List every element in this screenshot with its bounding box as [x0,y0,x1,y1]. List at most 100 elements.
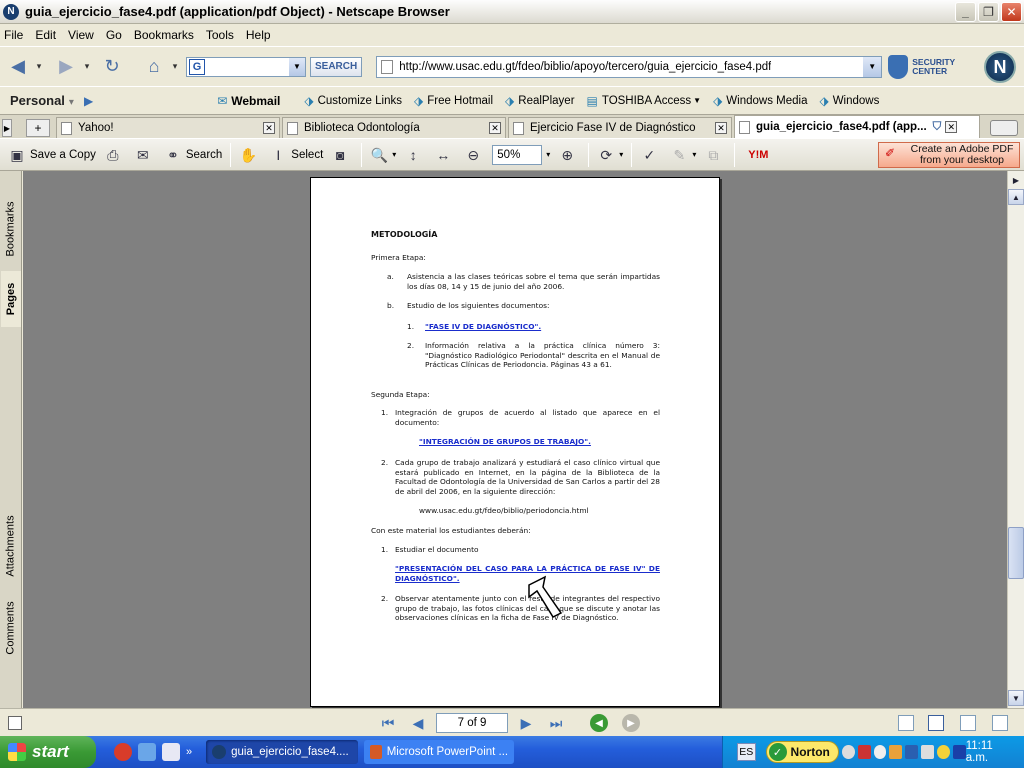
network-icon[interactable] [905,745,919,759]
spellcheck-button[interactable]: ✓ [640,146,662,164]
tab-comments[interactable]: Comments [1,593,21,663]
menu-view[interactable]: View [62,28,100,42]
forward-dropdown-icon[interactable]: ▾ [80,53,94,81]
customize-links-link[interactable]: ⬗ Customize Links [304,94,402,108]
tab-guia-pdf[interactable]: guia_ejercicio_fase4.pdf (app... ⛉ ✕ [734,115,980,138]
fit-width-button[interactable]: ↔ [434,146,456,164]
tab-scroll-left-icon[interactable]: ▶ [2,119,12,137]
tab-bookmarks[interactable]: Bookmarks [1,189,21,269]
tab-ejercicio[interactable]: Ejercicio Fase IV de Diagnóstico ✕ [508,117,732,138]
menu-go[interactable]: Go [100,28,128,42]
print-button[interactable]: ⎙ [104,146,126,164]
toshiba-access-link[interactable]: ▤ TOSHIBA Access ▼ [587,94,702,108]
last-page-icon[interactable]: ⏭ [546,714,566,732]
tab-pages[interactable]: Pages [1,271,21,327]
personal-go-icon[interactable]: ▶ [84,94,93,108]
facing-layout-icon[interactable] [960,715,976,731]
language-indicator[interactable]: ES [737,743,756,761]
norton-status[interactable]: ✓ Norton [765,741,839,763]
reload-icon[interactable]: ↻ [98,53,126,81]
continuous-layout-icon[interactable] [928,715,944,731]
fit-page-button[interactable]: ↕ [404,146,426,164]
menu-edit[interactable]: Edit [29,28,62,42]
netscape-logo[interactable]: N [984,51,1016,83]
url-text[interactable]: http://www.usac.edu.gt/fdeo/biblio/apoyo… [399,61,771,73]
select-tool-button[interactable]: I Select [269,146,323,164]
zoom-level-input[interactable]: 50% [492,144,543,165]
scroll-down-icon[interactable]: ▼ [1008,690,1024,706]
display-icon[interactable] [921,745,935,759]
menu-file[interactable]: File [0,28,29,42]
tab-biblioteca[interactable]: Biblioteca Odontología ✕ [282,117,506,138]
search-dropdown-icon[interactable]: ▼ [289,57,305,76]
copy-button[interactable]: ⧉ [704,146,726,164]
close-tab-icon[interactable]: ✕ [489,122,501,134]
realplayer-link[interactable]: ⬗ RealPlayer [505,94,574,108]
document-viewport[interactable]: METODOLOGÍA Primera Etapa: a. Asistencia… [23,171,1007,708]
security-center[interactable]: SECURITY CENTER [888,54,955,79]
scroll-up-icon[interactable]: ▲ [1008,189,1024,205]
integracion-grupos-link[interactable]: "INTEGRACIÓN DE GRUPOS DE TRABAJO". [419,437,591,447]
tray-icon[interactable] [841,745,855,759]
search-pdf-button[interactable]: ⚭ Search [164,146,222,164]
close-tab-icon[interactable]: ✕ [945,121,958,133]
quicklaunch-more-icon[interactable]: » [186,746,192,758]
personal-menu[interactable]: Personal ▾ [10,93,74,108]
first-page-icon[interactable]: ⏮ [378,714,398,732]
tab-attachments[interactable]: Attachments [1,501,21,591]
zoom-out-button[interactable]: ⊖ [464,146,486,164]
close-tab-icon[interactable]: ✕ [263,122,275,134]
minimize-button[interactable]: _ [955,2,976,22]
menu-help[interactable]: Help [240,28,277,42]
forward-arrow-icon[interactable]: ▶ [52,53,80,81]
hand-tool-button[interactable]: ✋ [239,146,261,164]
previous-page-icon[interactable]: ◀ [408,714,428,732]
menu-bookmarks[interactable]: Bookmarks [128,28,200,42]
home-icon[interactable]: ⌂ [140,53,168,81]
back-dropdown-icon[interactable]: ▾ [32,53,46,81]
close-button[interactable]: ✕ [1001,2,1022,22]
tray-icon[interactable] [889,745,903,759]
new-tab-button[interactable]: + [26,119,50,137]
zoom-tool-button[interactable]: 🔍 ▾ [370,146,397,164]
page-number-input[interactable]: 7 of 9 [436,713,508,733]
pane-expand-icon[interactable]: ▶ [1008,172,1024,188]
home-dropdown-icon[interactable]: ▾ [168,53,182,81]
go-forward-view-icon[interactable]: ▶ [622,714,640,732]
tab-yahoo[interactable]: Yahoo! ✕ [56,117,280,138]
quicklaunch-app-icon[interactable] [138,743,156,761]
zoom-in-button[interactable]: ⊕ [558,146,580,164]
menu-tools[interactable]: Tools [200,28,240,42]
webmail-link[interactable]: ✉ Webmail [217,94,280,108]
windows-link[interactable]: ⬗ Windows [819,94,879,108]
yahoo-toolbar-button[interactable]: Y!M [743,146,777,164]
go-back-view-icon[interactable]: ◀ [590,714,608,732]
next-page-icon[interactable]: ▶ [516,714,536,732]
netscape-app-icon[interactable]: N [3,3,19,20]
quicklaunch-app-icon[interactable] [162,743,180,761]
start-button[interactable]: start [0,736,96,768]
battery-icon[interactable] [952,745,966,759]
single-page-layout-icon[interactable] [898,715,914,731]
create-pdf-button[interactable]: ✐ Create an Adobe PDF from your desktop [878,142,1020,168]
close-tab-icon[interactable]: ✕ [715,122,727,134]
scroll-thumb[interactable] [1008,527,1024,579]
vertical-scrollbar[interactable]: ▶ ▲ ▼ [1007,171,1024,708]
pane-toggle-icon[interactable] [8,716,22,730]
tray-icon[interactable] [857,745,871,759]
task-netscape[interactable]: guia_ejercicio_fase4.... [206,740,359,764]
continuous-facing-layout-icon[interactable] [992,715,1008,731]
url-dropdown-icon[interactable]: ▼ [863,56,882,77]
email-button[interactable]: ✉ [134,146,156,164]
free-hotmail-link[interactable]: ⬗ Free Hotmail [414,94,493,108]
back-arrow-icon[interactable]: ◀ [4,53,32,81]
zoom-dropdown[interactable]: ▾ [546,150,550,159]
search-button[interactable]: SEARCH [310,56,363,77]
tray-icon[interactable] [873,745,887,759]
windows-media-link[interactable]: ⬗ Windows Media [713,94,807,108]
tab-list-icon[interactable] [990,120,1018,136]
save-copy-button[interactable]: ▣ Save a Copy [8,146,95,164]
search-engine-box[interactable]: G ▼ [186,56,306,77]
snapshot-button[interactable]: ◙ [331,146,353,164]
opera-icon[interactable] [114,743,132,761]
